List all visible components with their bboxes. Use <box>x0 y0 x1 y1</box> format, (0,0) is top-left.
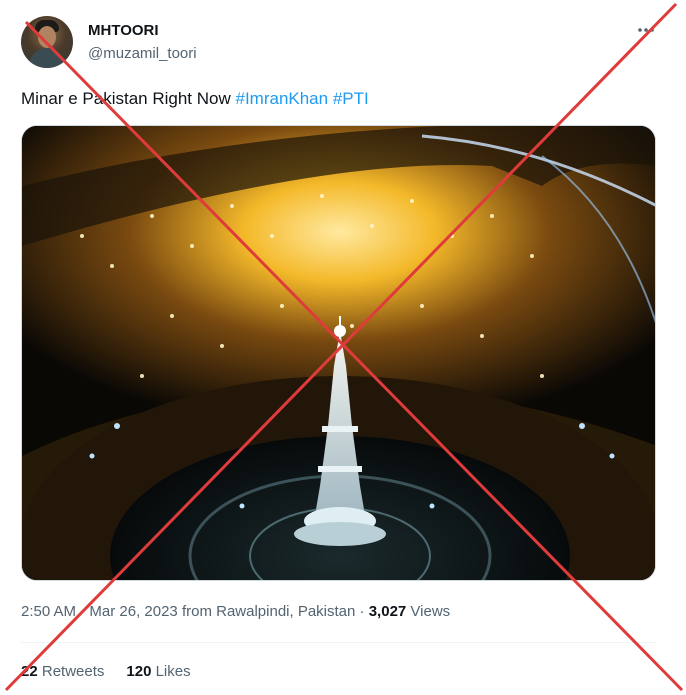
ellipsis-icon[interactable] <box>636 20 656 40</box>
ellipsis-icon-glyph <box>638 28 654 32</box>
tweet-text: Minar e Pakistan Right Now #ImranKhan #P… <box>21 89 369 109</box>
from-prefix: from <box>177 603 217 620</box>
tweet-time[interactable]: 2:50 AM <box>21 603 76 620</box>
hashtag-imrankhan[interactable]: #ImranKhan <box>235 89 328 108</box>
hashtag-pti[interactable]: #PTI <box>333 89 369 108</box>
tweet-location[interactable]: Rawalpindi, Pakistan <box>216 603 355 620</box>
meta-separator: · <box>76 603 90 620</box>
avatar-face <box>38 26 56 48</box>
divider <box>21 642 656 643</box>
likes-label: Likes <box>151 663 191 680</box>
tweet-photo[interactable] <box>21 125 656 581</box>
likes-count: 120 <box>126 663 152 680</box>
retweets-label: Retweets <box>37 663 105 680</box>
display-name[interactable]: MHTOORI <box>88 22 159 39</box>
retweets-count: 22 <box>21 663 38 680</box>
aerial-night-crowd-image <box>22 126 655 580</box>
tweet-card: MHTOORI @muzamil_toori Minar e Pakistan … <box>0 0 686 695</box>
tweet-meta: 2:50 AM · Mar 26, 2023 from Rawalpindi, … <box>21 603 450 620</box>
likes-link[interactable]: 120 Likes <box>126 663 190 680</box>
retweets-link[interactable]: 22 Retweets <box>21 663 104 680</box>
tweet-date[interactable]: Mar 26, 2023 <box>89 603 177 620</box>
user-handle[interactable]: @muzamil_toori <box>88 45 197 62</box>
avatar[interactable] <box>21 16 73 68</box>
avatar-body <box>29 48 65 68</box>
views-label: Views <box>406 603 451 620</box>
meta-separator-2: · <box>355 603 369 620</box>
engagement-stats: 22 Retweets 120 Likes <box>21 663 191 680</box>
views-count: 3,027 <box>368 603 407 620</box>
tweet-body: Minar e Pakistan Right Now <box>21 89 236 108</box>
